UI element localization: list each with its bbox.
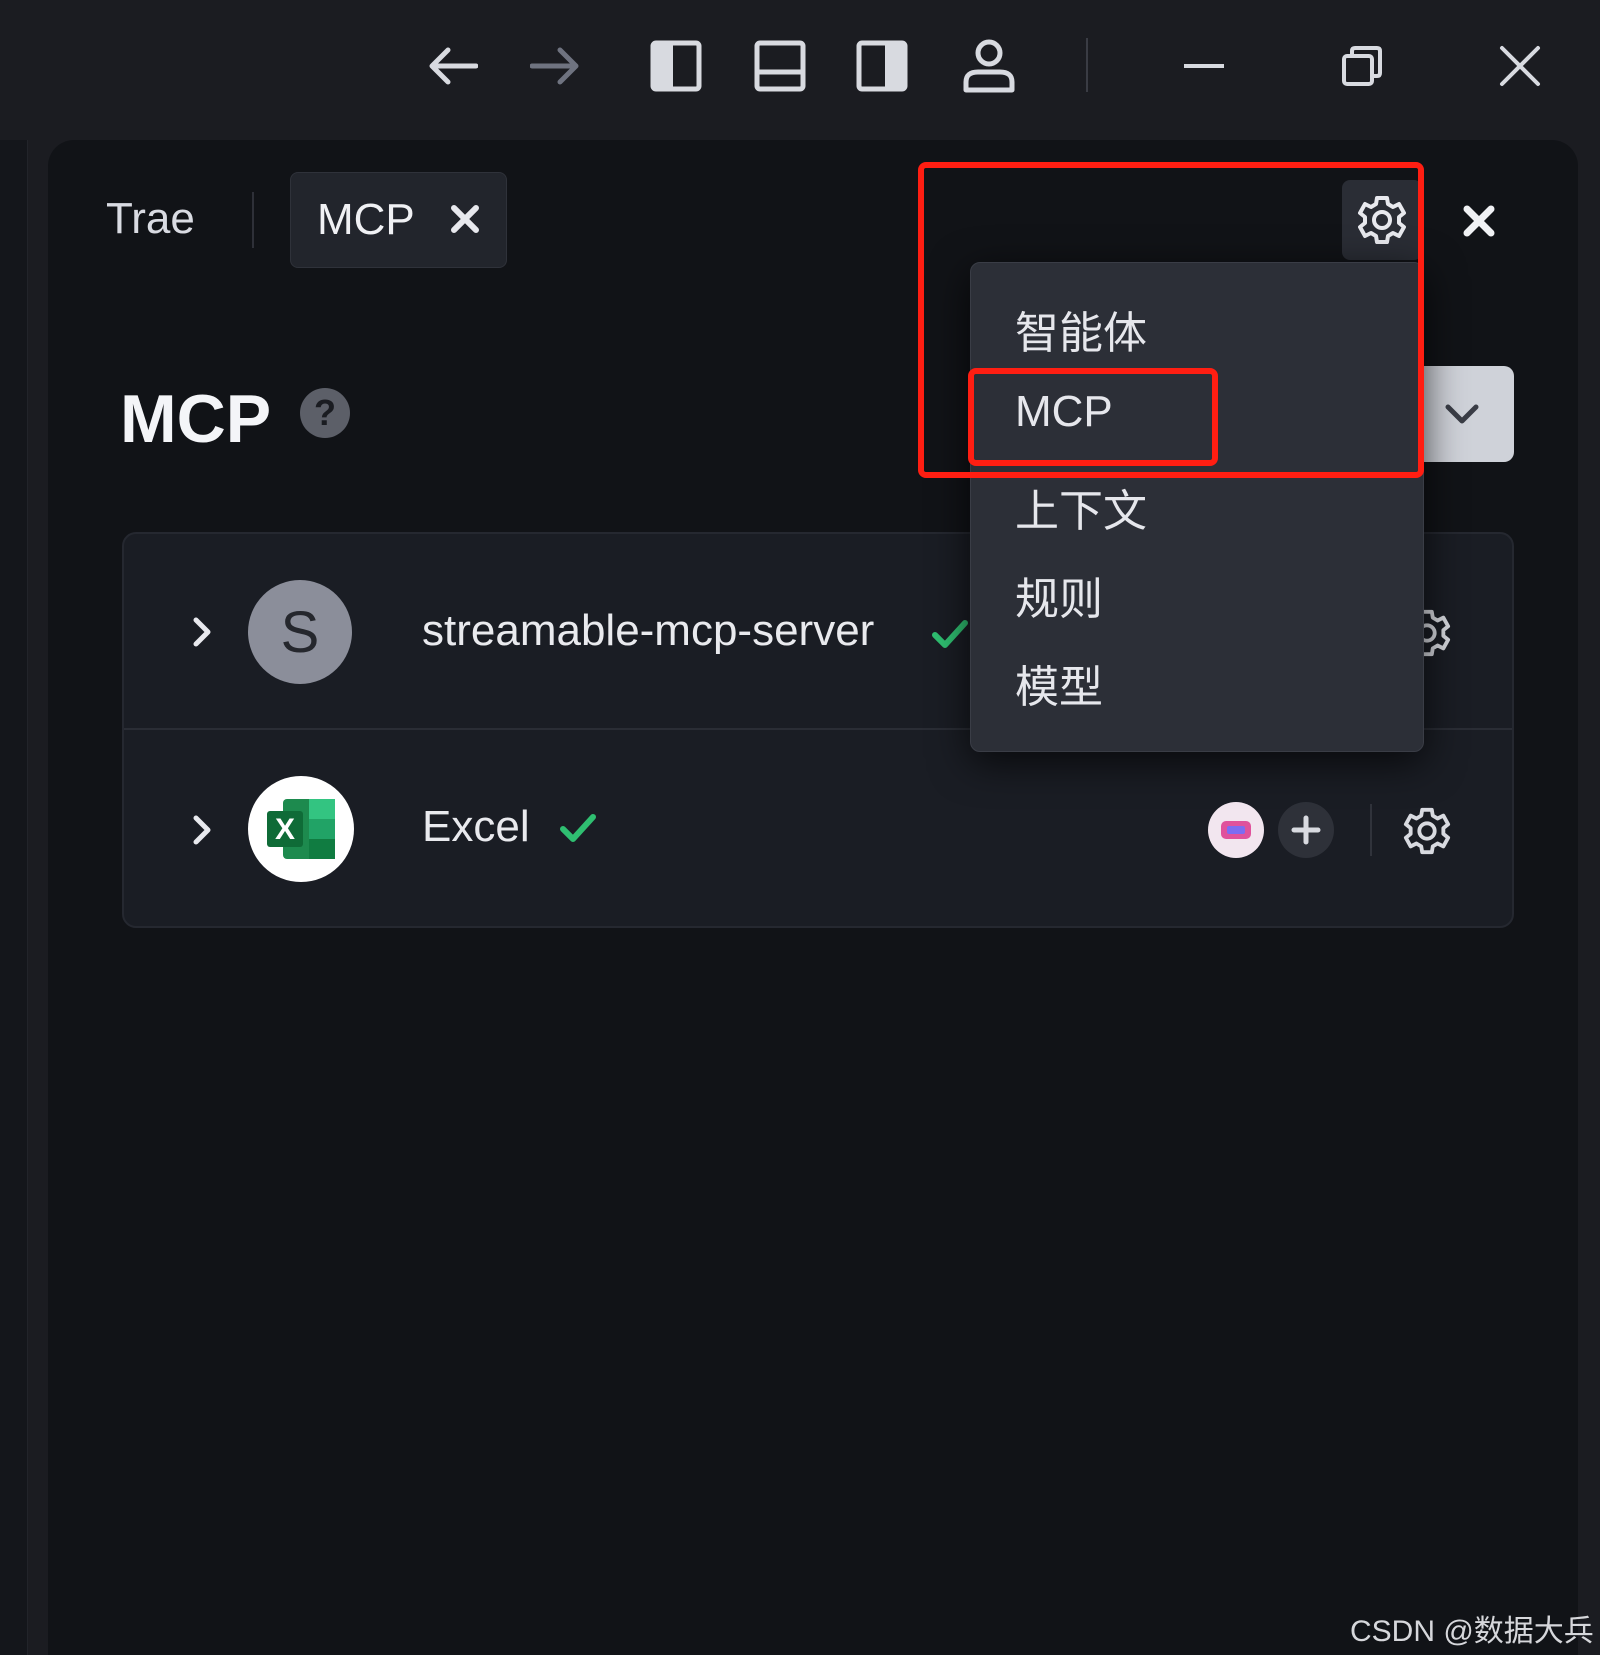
toggle-right-panel-icon	[856, 40, 908, 92]
watermark: CSDN @数据大兵	[1350, 1615, 1594, 1648]
annotation-highlight-mcp	[968, 368, 1218, 466]
restore-button[interactable]	[1332, 36, 1392, 96]
server-name: Excel	[422, 802, 530, 851]
back-button[interactable]	[420, 36, 484, 96]
close-icon	[1500, 46, 1540, 86]
tab-close-button[interactable]	[443, 197, 487, 241]
tab-mcp[interactable]: MCP	[290, 172, 507, 268]
excel-logo-icon: X	[267, 799, 335, 859]
server-avatar: S	[248, 580, 352, 684]
left-sidebar-edge	[0, 140, 28, 1655]
minimize-icon	[1184, 64, 1224, 68]
forward-button[interactable]	[524, 36, 588, 96]
excel-logo-letter: X	[275, 813, 295, 846]
chevron-right-icon	[193, 617, 211, 647]
toggle-right-panel-button[interactable]	[852, 36, 912, 96]
titlebar-divider	[1086, 38, 1088, 92]
server-avatar: X	[248, 776, 354, 882]
server-row-excel[interactable]: X Excel	[124, 732, 1512, 926]
plus-icon	[1291, 815, 1321, 845]
check-icon	[932, 620, 968, 648]
check-icon	[560, 814, 596, 842]
tool-badge-icon[interactable]	[1208, 802, 1264, 858]
minimize-button[interactable]	[1174, 36, 1234, 96]
add-dropdown-button[interactable]	[1410, 366, 1514, 462]
close-window-button[interactable]	[1490, 36, 1550, 96]
add-tool-button[interactable]	[1278, 802, 1334, 858]
expand-button[interactable]	[182, 612, 222, 652]
gear-icon[interactable]	[1402, 806, 1452, 856]
row-divider	[1370, 804, 1372, 856]
page-title: MCP	[120, 381, 272, 457]
tab-divider	[252, 192, 254, 248]
tab-mcp-label: MCP	[317, 195, 415, 244]
window-titlebar	[0, 0, 1600, 140]
chevron-right-icon	[193, 815, 211, 845]
tab-trae[interactable]: Trae	[106, 194, 195, 244]
close-icon	[1463, 205, 1495, 237]
tool-badge-glyph	[1221, 821, 1251, 839]
menu-item-models[interactable]: 模型	[1015, 651, 1103, 715]
toggle-left-panel-icon	[650, 40, 702, 92]
menu-item-rules[interactable]: 规则	[1015, 563, 1103, 627]
expand-button[interactable]	[182, 810, 222, 850]
account-icon	[963, 39, 1015, 93]
account-button[interactable]	[958, 36, 1020, 96]
help-icon[interactable]: ?	[300, 388, 350, 438]
arrow-right-icon	[530, 47, 579, 85]
server-name: streamable-mcp-server	[422, 606, 875, 655]
toggle-bottom-panel-icon	[754, 40, 806, 92]
close-icon	[451, 205, 479, 233]
menu-item-context[interactable]: 上下文	[1015, 475, 1147, 539]
close-panel-button[interactable]	[1454, 196, 1504, 246]
arrow-left-icon	[429, 47, 478, 85]
toggle-bottom-panel-button[interactable]	[750, 36, 810, 96]
toggle-left-panel-button[interactable]	[646, 36, 706, 96]
restore-icon	[1342, 46, 1382, 86]
chevron-down-icon	[1445, 404, 1479, 424]
